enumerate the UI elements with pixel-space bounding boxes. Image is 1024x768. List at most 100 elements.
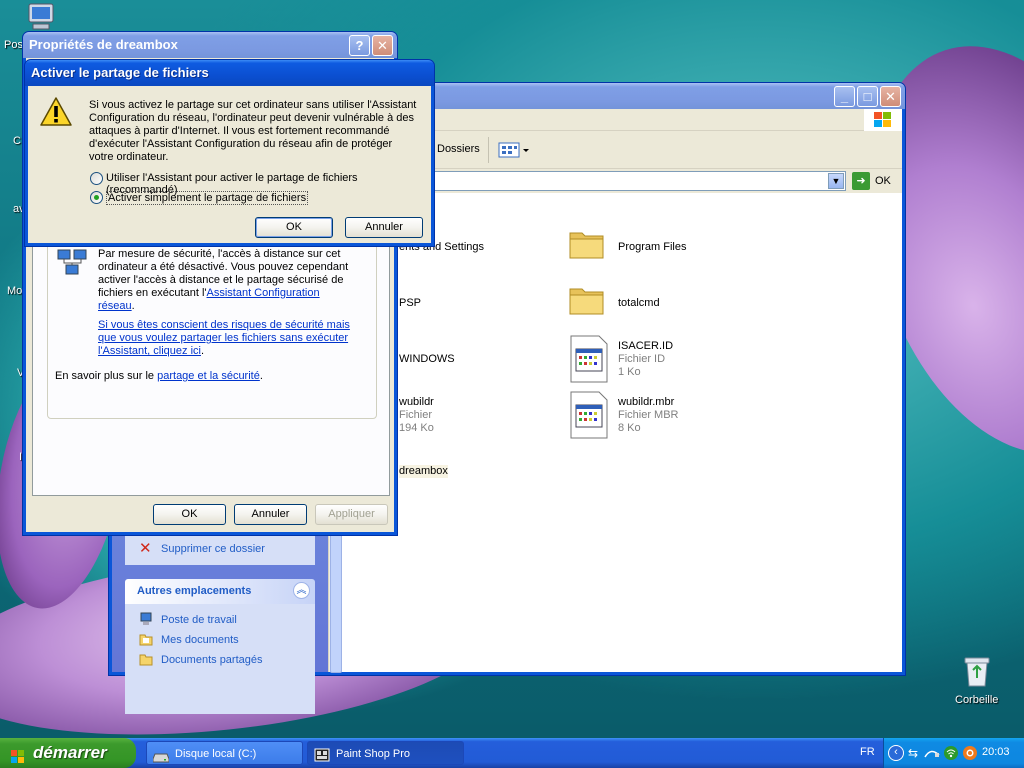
network-cable-icon[interactable]: [924, 747, 940, 759]
file-name: WINDOWS: [399, 353, 455, 365]
file-name: Program Files: [618, 241, 687, 253]
dialog-message: Si vous activez le partage sur cet ordin…: [89, 99, 417, 163]
network-share-icon: [55, 245, 89, 279]
task-paint-shop-pro[interactable]: Paint Shop Pro: [307, 741, 464, 765]
language-indicator[interactable]: FR: [860, 746, 875, 758]
windows-logo: [864, 109, 902, 131]
wireless-icon[interactable]: [943, 745, 959, 761]
place-documents-partages[interactable]: Documents partagés: [161, 654, 263, 666]
folder-icon[interactable]: [569, 227, 605, 259]
windows-flag-icon: [874, 112, 891, 127]
start-label: démarrer: [33, 743, 107, 762]
file-name: wubildr.mbr: [618, 396, 675, 408]
file-item[interactable]: totalcmd: [618, 297, 660, 310]
option1-radio[interactable]: [90, 172, 103, 185]
recycle-bin-icon: [964, 657, 990, 687]
delete-folder-link[interactable]: Supprimer ce dossier: [161, 543, 265, 555]
shared-folder-icon: [139, 652, 153, 666]
learn-more-prefix: En savoir plus sur le: [55, 370, 158, 382]
enable-sharing-dialog: Activer le partage de fichiers Si vous a…: [24, 59, 435, 247]
dialog-titlebar[interactable]: Activer le partage de fichiers: [25, 60, 434, 86]
file-item[interactable]: wubildr.mbr Fichier MBR 8 Ko: [618, 396, 679, 435]
computer-icon: [139, 612, 153, 626]
file-type: Fichier: [399, 409, 433, 421]
file-item[interactable]: PSP: [399, 297, 421, 310]
go-button-label[interactable]: OK: [875, 175, 891, 187]
folder-icon[interactable]: [569, 283, 605, 315]
minimize-button[interactable]: _: [834, 86, 855, 107]
file-item[interactable]: ISACER.ID Fichier ID 1 Ko: [618, 340, 673, 379]
file-name: totalcmd: [618, 297, 660, 309]
file-name: ISACER.ID: [618, 340, 674, 352]
properties-titlebar[interactable]: Propriétés de dreambox ? ✕: [23, 32, 397, 58]
learn-more-line: En savoir plus sur le partage et la sécu…: [55, 370, 263, 382]
cancel-button[interactable]: Annuler: [234, 504, 307, 525]
security-shield-icon[interactable]: [962, 745, 978, 761]
chevron-down-icon[interactable]: ▼: [828, 173, 844, 189]
option2-label[interactable]: Activer simplement le partage de fichier…: [106, 191, 309, 205]
document-icon[interactable]: [570, 391, 608, 439]
file-size: 8 Ko: [618, 422, 641, 434]
system-tray: ‹ ⇆ 20:03: [883, 738, 1024, 768]
desktop-icon-recycle-bin[interactable]: [952, 654, 1002, 691]
ok-button[interactable]: OK: [153, 504, 226, 525]
learn-more-end: .: [259, 370, 263, 382]
warning-icon: [39, 96, 73, 128]
views-button[interactable]: [497, 140, 531, 160]
properties-title: Propriétés de dreambox: [29, 37, 178, 52]
option2-radio[interactable]: [90, 191, 103, 204]
other-places-title: Autres emplacements: [137, 585, 252, 597]
share-without-wizard-link[interactable]: Si vous êtes conscient des risques de sé…: [98, 319, 350, 357]
sharing-security-link[interactable]: partage et la sécurité: [157, 370, 260, 382]
desktop-edge-label: C: [13, 135, 21, 147]
place-mes-documents[interactable]: Mes documents: [161, 634, 239, 646]
close-button[interactable]: ✕: [880, 86, 901, 107]
close-button[interactable]: ✕: [372, 35, 393, 56]
dialog-title: Activer le partage de fichiers: [31, 65, 209, 80]
other-places-panel: Poste de travail Mes documents Documents…: [125, 604, 315, 714]
file-name: dreambox: [399, 465, 448, 477]
go-arrow-icon[interactable]: ➜: [852, 172, 870, 190]
clock[interactable]: 20:03: [982, 746, 1010, 758]
dialog-ok-button[interactable]: OK: [255, 217, 333, 238]
toolbar-separator: [488, 137, 489, 163]
delete-x-icon: ✕: [139, 540, 152, 557]
other-places-header[interactable]: Autres emplacements ︽: [125, 579, 315, 604]
task-panel: ✕ Supprimer ce dossier: [125, 533, 315, 565]
dialog-cancel-button[interactable]: Annuler: [345, 217, 423, 238]
maximize-button[interactable]: □: [857, 86, 878, 107]
views-grid-icon: [498, 142, 529, 158]
file-item[interactable]: WINDOWS: [399, 353, 455, 366]
file-size: 1 Ko: [618, 366, 641, 378]
file-type: Fichier ID: [618, 353, 666, 365]
task-label: Paint Shop Pro: [336, 748, 410, 760]
file-name: wubildr: [399, 396, 434, 408]
task-disque-local[interactable]: Disque local (C:): [146, 741, 303, 765]
task-label: Disque local (C:): [175, 748, 257, 760]
dialog-client: Si vous activez le partage sur cet ordin…: [28, 86, 431, 243]
file-item[interactable]: dreambox: [399, 465, 448, 478]
file-item[interactable]: wubildr Fichier 194 Ko: [399, 396, 434, 435]
windows-flag-icon: [10, 745, 26, 763]
folders-button[interactable]: Dossiers: [437, 143, 480, 155]
desktop-icon-recycle-bin-label[interactable]: Corbeille: [955, 694, 998, 706]
network-icon[interactable]: ⇆: [908, 746, 922, 760]
file-item[interactable]: Program Files: [618, 241, 686, 254]
sharing-info-text: Par mesure de sécurité, l'accès à distan…: [98, 248, 358, 313]
file-size: 194 Ko: [399, 422, 434, 434]
show-hidden-icons-chevron[interactable]: ‹: [888, 745, 904, 761]
place-poste-de-travail[interactable]: Poste de travail: [161, 614, 237, 626]
collapse-chevron-icon[interactable]: ︽: [293, 582, 310, 599]
paint-shop-pro-icon: [314, 747, 330, 762]
desktop-edge-label: Mo: [7, 285, 23, 297]
desktop-icon-computer-label[interactable]: Pos: [4, 39, 23, 51]
documents-folder-icon: [139, 632, 153, 646]
document-icon[interactable]: [570, 335, 608, 383]
scroll-thumb[interactable]: [330, 523, 342, 673]
start-button[interactable]: démarrer: [0, 738, 136, 768]
help-button[interactable]: ?: [349, 35, 370, 56]
drive-icon: [152, 748, 170, 763]
radio-selected-dot: [94, 195, 99, 200]
risk-end: .: [200, 345, 205, 357]
apply-button[interactable]: Appliquer: [315, 504, 388, 525]
